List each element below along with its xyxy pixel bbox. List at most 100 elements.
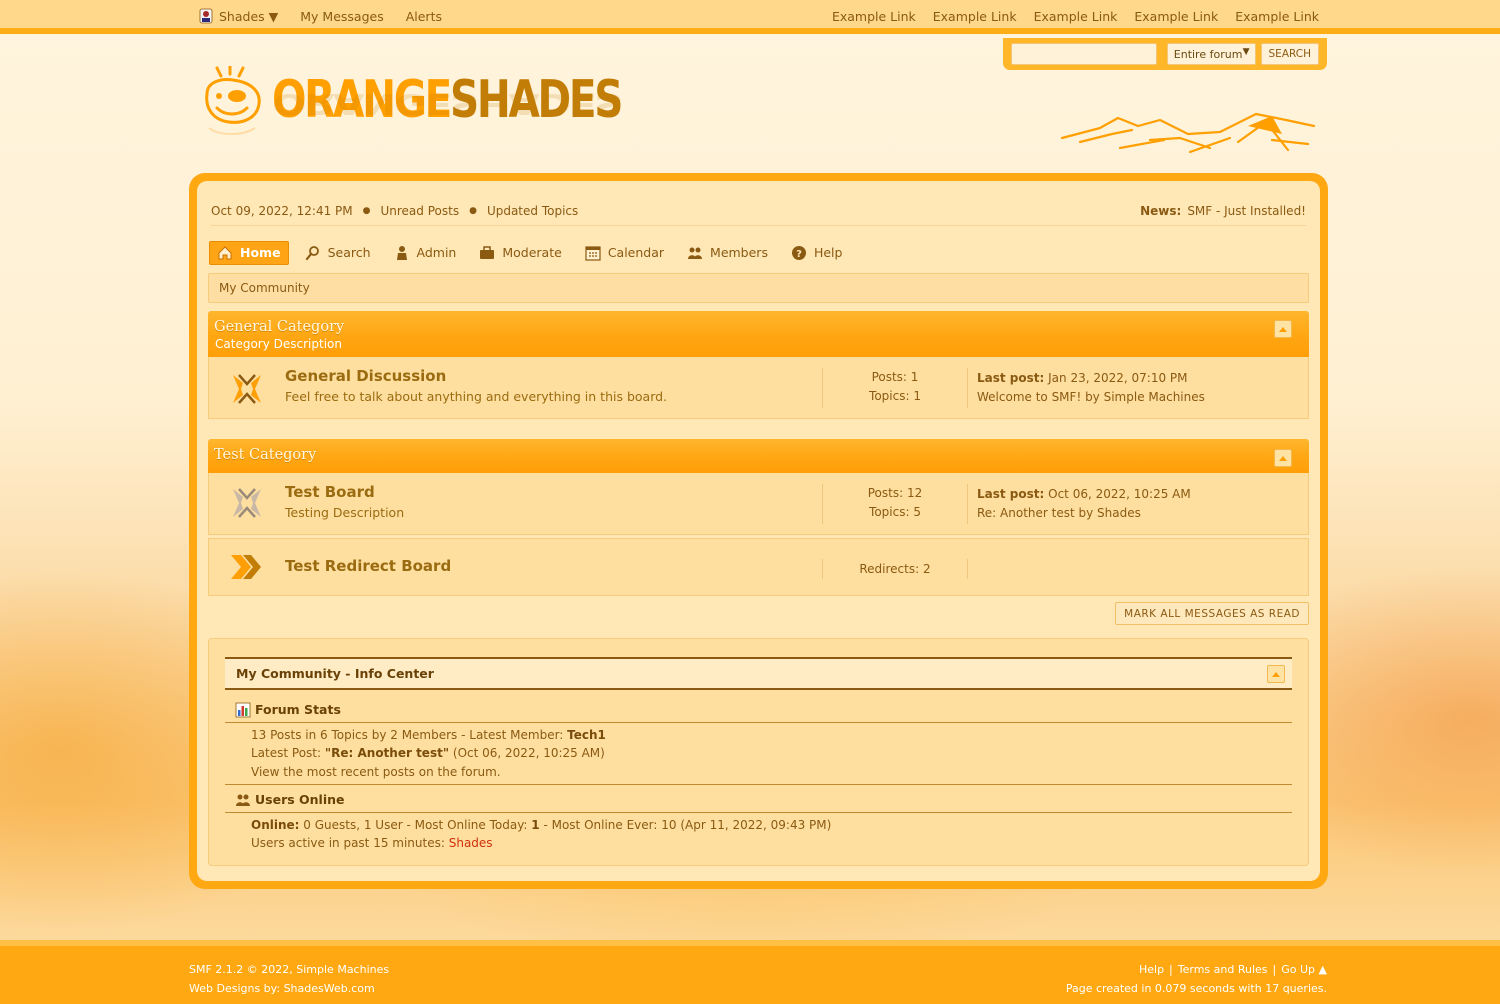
last-post-label: Last post: xyxy=(977,371,1045,385)
board-stats: Posts: 1 Topics: 1 xyxy=(822,368,968,408)
board-topics-count: Topics: 5 xyxy=(869,505,921,519)
svg-text:?: ? xyxy=(796,249,802,260)
unread-posts-link[interactable]: Unread Posts xyxy=(380,204,459,218)
menu-home[interactable]: Home xyxy=(209,240,289,265)
info-center-title: My Community - Info Center xyxy=(236,666,434,681)
example-link-3[interactable]: Example Link xyxy=(1034,9,1118,24)
board-description: Feel free to talk about anything and eve… xyxy=(285,389,668,404)
updated-topics-link[interactable]: Updated Topics xyxy=(487,204,578,218)
search-icon xyxy=(305,245,319,260)
board-row: Test Board Testing Description Posts: 12… xyxy=(208,473,1309,535)
stats-line-3: View the most recent posts on the forum. xyxy=(251,765,501,779)
board-row: General Discussion Feel free to talk abo… xyxy=(208,357,1309,419)
user-menu[interactable]: Shades ▼ xyxy=(199,8,278,24)
alerts-link[interactable]: Alerts xyxy=(406,9,442,24)
menu-admin[interactable]: Admin xyxy=(387,241,464,265)
online-line: Online: 0 Guests, 1 User - Most Online T… xyxy=(251,818,832,832)
footer-terms-link[interactable]: Terms and Rules xyxy=(1178,963,1268,976)
forum-stats-link[interactable]: Forum Stats xyxy=(255,702,341,717)
board-last-post: Last post: Jan 23, 2022, 07:10 PM Welcom… xyxy=(977,369,1205,407)
example-link-5[interactable]: Example Link xyxy=(1235,9,1319,24)
board-description: Testing Description xyxy=(285,505,405,520)
menu-members[interactable]: Members xyxy=(680,241,775,265)
moderate-icon xyxy=(480,245,495,259)
breadcrumb: My Community xyxy=(208,273,1309,303)
content-panel: Oct 09, 2022, 12:41 PM ● Unread Posts ● … xyxy=(197,181,1320,881)
separator-dot: ● xyxy=(362,205,371,216)
online-user-link[interactable]: Shades xyxy=(449,836,493,850)
user-menu-label: Shades ▼ xyxy=(219,8,279,24)
chevron-down-icon: ▼ xyxy=(1242,47,1250,57)
board-title[interactable]: General Discussion xyxy=(285,367,446,385)
chevron-up-icon xyxy=(1279,456,1287,461)
members-icon xyxy=(688,247,703,259)
active-users-line: Users active in past 15 minutes: Shades xyxy=(251,836,493,850)
recent-posts-link[interactable]: View the most recent posts on the forum. xyxy=(251,765,501,779)
menu-search[interactable]: Search xyxy=(298,241,378,265)
footer-left: SMF 2.1.2 © 2022, Simple Machines Web De… xyxy=(189,960,389,998)
my-messages-link[interactable]: My Messages xyxy=(300,9,383,24)
board-topics-count: Topics: 1 xyxy=(869,389,921,403)
collapse-category-button[interactable] xyxy=(1274,449,1292,467)
admin-icon xyxy=(396,245,407,260)
user-avatar-icon xyxy=(199,8,213,24)
last-post-date: Jan 23, 2022, 07:10 PM xyxy=(1048,371,1188,385)
main-frame: Oct 09, 2022, 12:41 PM ● Unread Posts ● … xyxy=(189,173,1328,889)
example-link-2[interactable]: Example Link xyxy=(933,9,1017,24)
board-stats: Posts: 12 Topics: 5 xyxy=(822,484,968,524)
go-up-link[interactable]: Go Up ▲ xyxy=(1281,963,1327,976)
search-button[interactable]: SEARCH xyxy=(1260,43,1319,65)
board-redirects-count: Redirects: 2 xyxy=(859,562,931,576)
calendar-icon xyxy=(585,245,601,261)
board-no-new-posts-icon xyxy=(233,488,261,518)
board-title[interactable]: Test Board xyxy=(285,483,375,501)
search-scope-value: Entire forum xyxy=(1173,47,1243,61)
latest-post-link[interactable]: "Re: Another test" xyxy=(325,746,449,760)
footer-right: Help | Terms and Rules | Go Up ▲ Page create… xyxy=(1066,960,1327,998)
smf-copyright-link[interactable]: SMF 2.1.2 © 2022, Simple Machines xyxy=(189,963,389,976)
divider xyxy=(225,784,1292,785)
last-post-topic-link[interactable]: Welcome to SMF! by Simple Machines xyxy=(977,390,1205,404)
chevron-up-icon xyxy=(1279,327,1287,332)
last-post-date: Oct 06, 2022, 10:25 AM xyxy=(1048,487,1191,501)
board-stats: Redirects: 2 xyxy=(822,559,968,579)
separator-dot: ● xyxy=(469,205,477,216)
board-new-posts-icon xyxy=(233,374,261,404)
search-scope-select[interactable]: Entire forum ▼ xyxy=(1166,43,1256,65)
top-bar: Shades ▼ My Messages Alerts Example Link… xyxy=(0,0,1500,34)
collapse-category-button[interactable] xyxy=(1274,320,1292,338)
breadcrumb-home-link[interactable]: My Community xyxy=(219,281,310,295)
category-header-test: Test Category xyxy=(208,439,1309,473)
site-logo[interactable]: ORANGESHADES ORANGESHADES xyxy=(199,62,623,154)
board-last-post: Last post: Oct 06, 2022, 10:25 AM Re: An… xyxy=(977,485,1191,523)
home-icon xyxy=(218,245,232,259)
users-online-header: Users Online xyxy=(225,787,1292,813)
menu-moderate[interactable]: Moderate xyxy=(472,241,568,265)
board-title[interactable]: Test Redirect Board xyxy=(285,557,451,575)
mountains-icon xyxy=(1060,112,1316,154)
board-posts-count: Posts: 12 xyxy=(867,486,923,500)
current-datetime: Oct 09, 2022, 12:41 PM xyxy=(211,203,353,218)
search-input[interactable] xyxy=(1011,43,1157,65)
category-title[interactable]: Test Category xyxy=(214,447,316,463)
example-link-1[interactable]: Example Link xyxy=(832,9,916,24)
designer-credit-link[interactable]: Web Designs by: ShadesWeb.com xyxy=(189,982,375,995)
mark-all-read-button[interactable]: MARK ALL MESSAGES AS READ xyxy=(1115,602,1309,625)
info-bar: Oct 09, 2022, 12:41 PM ● Unread Posts ● … xyxy=(211,196,1306,226)
category-title[interactable]: General Category xyxy=(214,319,344,335)
example-link-4[interactable]: Example Link xyxy=(1134,9,1218,24)
footer-help-link[interactable]: Help xyxy=(1139,963,1164,976)
menu-help[interactable]: ? Help xyxy=(784,241,850,265)
last-post-topic-link[interactable]: Re: Another test by Shades xyxy=(977,506,1141,520)
collapse-info-center-button[interactable] xyxy=(1267,665,1285,683)
redirect-arrows-icon xyxy=(231,555,261,579)
category-description: Category Description xyxy=(215,337,342,351)
page-created-info: Page created in 0.079 seconds with 17 qu… xyxy=(1065,982,1327,995)
forum-stats-header: Forum Stats xyxy=(225,697,1292,723)
latest-member-link[interactable]: Tech1 xyxy=(567,728,606,742)
stats-line-1: 13 Posts in 6 Topics by 2 Members - Late… xyxy=(251,728,606,742)
stats-line-2: Latest Post: "Re: Another test" (Oct 06,… xyxy=(251,746,605,760)
menu-calendar[interactable]: Calendar xyxy=(578,241,671,265)
users-online-link[interactable]: Users Online xyxy=(255,792,345,807)
help-icon: ? xyxy=(791,245,806,260)
